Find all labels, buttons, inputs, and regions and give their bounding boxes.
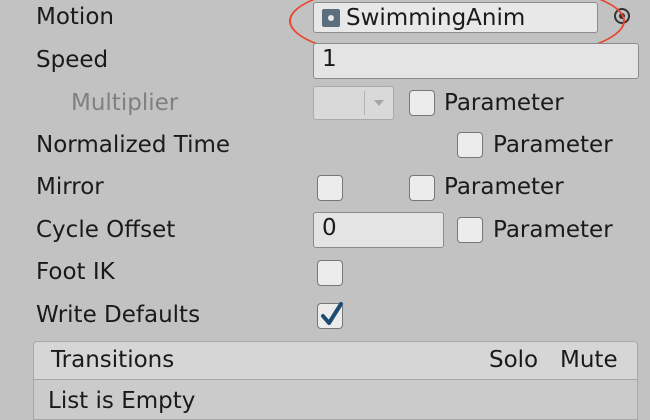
mirror-checkbox[interactable]: [317, 175, 343, 201]
multiplier-parameter-checkbox[interactable]: [409, 90, 435, 116]
normalized-time-label: Normalized Time: [36, 132, 231, 158]
solo-column-label: Solo: [489, 347, 539, 373]
multiplier-parameter-label: Parameter: [444, 90, 564, 116]
multiplier-parameter-dropdown[interactable]: [313, 86, 394, 120]
object-picker-icon[interactable]: [614, 8, 630, 24]
foot-ik-checkbox[interactable]: [317, 260, 343, 286]
transitions-header: Transitions Solo Mute: [33, 341, 638, 380]
normalized-time-parameter-label: Parameter: [493, 132, 613, 158]
mirror-parameter-label: Parameter: [444, 174, 564, 200]
speed-input[interactable]: 1: [313, 43, 639, 79]
multiplier-label: Multiplier: [71, 90, 179, 116]
write-defaults-checkbox[interactable]: [317, 302, 343, 329]
cycle-offset-label: Cycle Offset: [36, 217, 176, 243]
chevron-down-icon: [374, 100, 384, 106]
transitions-title: Transitions: [51, 347, 175, 373]
mirror-parameter-checkbox[interactable]: [409, 175, 435, 201]
mirror-label: Mirror: [36, 174, 104, 200]
transitions-list: List is Empty: [33, 380, 638, 420]
checkmark-icon: [321, 302, 343, 325]
cycle-offset-parameter-label: Parameter: [493, 217, 613, 243]
normalized-time-parameter-checkbox[interactable]: [457, 132, 483, 158]
animation-clip-icon: [322, 9, 340, 27]
cycle-offset-input[interactable]: 0: [313, 212, 444, 248]
transitions-empty-text: List is Empty: [48, 388, 196, 414]
motion-value: SwimmingAnim: [346, 5, 526, 31]
write-defaults-label: Write Defaults: [36, 302, 201, 328]
speed-label: Speed: [36, 47, 109, 73]
mute-column-label: Mute: [560, 347, 618, 373]
motion-label: Motion: [36, 4, 114, 30]
motion-object-field[interactable]: SwimmingAnim: [313, 2, 598, 33]
foot-ik-label: Foot IK: [36, 259, 115, 285]
dropdown-separator: [364, 91, 365, 115]
cycle-offset-parameter-checkbox[interactable]: [457, 217, 483, 243]
